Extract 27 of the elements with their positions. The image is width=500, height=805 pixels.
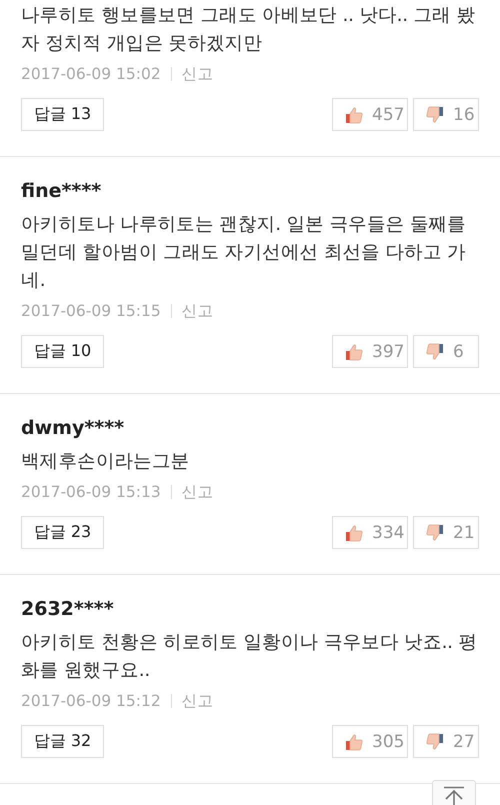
report-link[interactable]: 신고 (182, 690, 214, 712)
username: 2632**** (21, 597, 115, 622)
like-button[interactable]: 305 (332, 725, 408, 758)
username: dwmy**** (21, 416, 126, 441)
timestamp: 2017-06-09 15:12 (21, 691, 161, 712)
comment-text: 아키히토 천황은 히로히토 일황이나 극우보다 낫죠.. 평화를 원했구요.. (21, 631, 478, 683)
report-link[interactable]: 신고 (182, 63, 214, 85)
report-link[interactable]: 신고 (182, 300, 214, 322)
like-button[interactable]: 457 (332, 98, 408, 131)
comment-text: 백제후손이라는그분 (21, 450, 190, 474)
reply-button[interactable]: 답글 23 (21, 516, 104, 549)
reply-button[interactable]: 답글 13 (21, 98, 104, 131)
dislike-button[interactable]: 21 (413, 516, 479, 549)
reply-button[interactable]: 답글 10 (21, 335, 104, 368)
timestamp: 2017-06-09 15:13 (21, 482, 161, 503)
username: fine**** (21, 179, 102, 204)
comment-text: 아키히토나 나루히토는 괜찮지. 일본 극우들은 둘째를 밀던데 할아범이 그래도 자기선에선 최선을 다하고 가네. (21, 213, 467, 293)
like-button[interactable]: 334 (332, 516, 408, 549)
like-button[interactable]: 397 (332, 335, 408, 368)
timestamp: 2017-06-09 15:15 (21, 301, 161, 322)
dislike-button[interactable]: 27 (413, 725, 479, 758)
reply-button[interactable]: 답글 32 (21, 725, 104, 758)
dislike-button[interactable]: 16 (413, 98, 479, 131)
timestamp: 2017-06-09 15:02 (21, 64, 161, 85)
report-link[interactable]: 신고 (182, 481, 214, 503)
comment-text: 나루히토 행보를보면 그래도 아베보단 .. 낫다.. 그래 봤자 정치적 개입은 못하겠지만 (21, 4, 476, 56)
dislike-button[interactable]: 6 (413, 335, 479, 368)
